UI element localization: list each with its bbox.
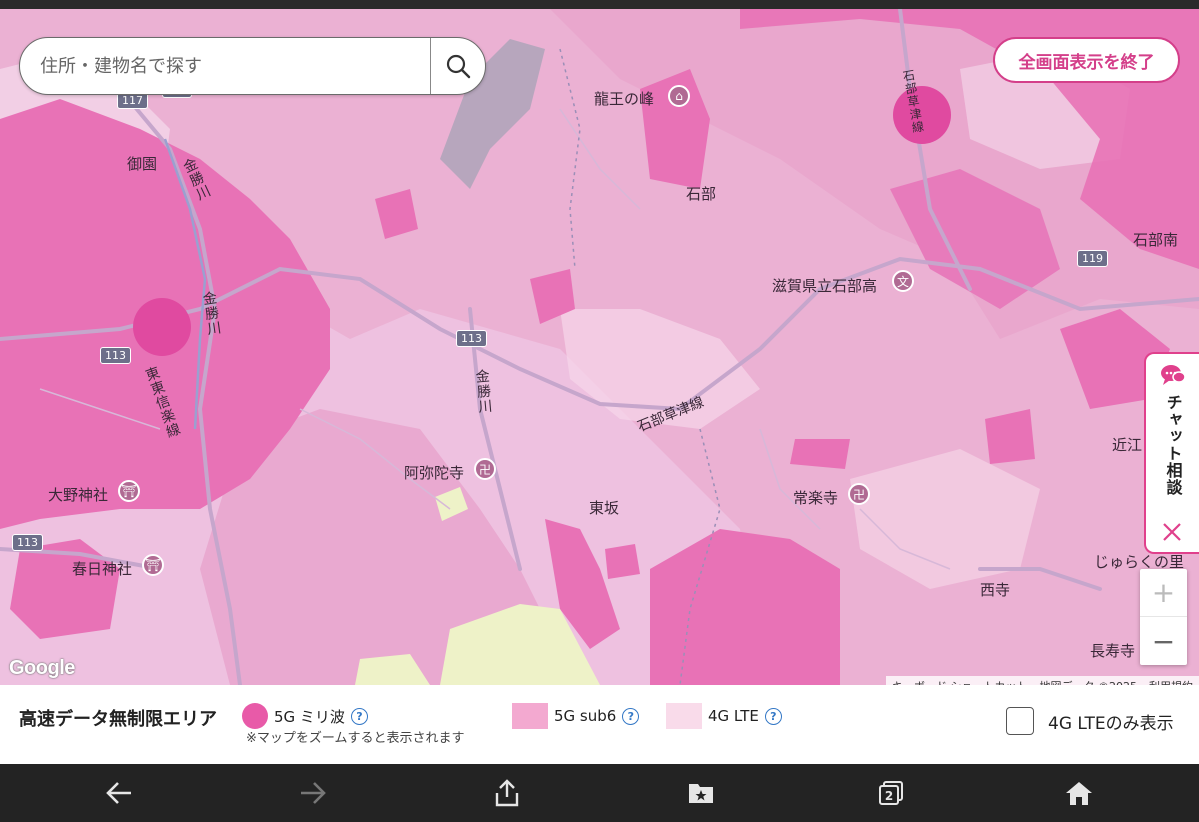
place-label: 石部南 [1133, 231, 1179, 249]
search-bar [19, 37, 486, 95]
map-data-credit: 地図データ ©2025 [1034, 676, 1144, 685]
arrow-right-icon [301, 782, 326, 804]
route-shield: 113 [12, 534, 43, 551]
shrine-icon: ⛩ [118, 480, 140, 502]
search-button[interactable] [430, 38, 485, 94]
zoom-in-button[interactable]: + [1140, 569, 1187, 617]
shrine-icon: ⛩ [142, 554, 164, 576]
place-label: 滋賀県立石部高 [772, 277, 878, 295]
svg-text:2: 2 [885, 789, 893, 803]
route-shield: 113 [100, 347, 131, 364]
chat-consult-tab[interactable]: チャット相談 [1144, 352, 1199, 554]
lte-only-toggle[interactable]: 4G LTEのみ表示 [1006, 707, 1174, 735]
route-shield: 113 [456, 330, 487, 347]
terms-link[interactable]: 利用規約 [1143, 676, 1199, 685]
legend-title: 高速データ無制限エリア [19, 709, 217, 730]
map-canvas[interactable] [0, 9, 1199, 685]
place-label: 阿弥陀寺 [404, 464, 465, 482]
temple-icon: 卍 [474, 458, 496, 480]
place-label: 東坂 [589, 499, 620, 517]
zoom-out-button[interactable]: − [1140, 617, 1187, 665]
forward-button[interactable] [296, 776, 330, 810]
mmwave-swatch [242, 703, 268, 729]
zoom-control: + − [1140, 569, 1187, 665]
place-label: 西寺 [980, 581, 1011, 599]
close-icon[interactable] [1160, 520, 1184, 544]
legend-label: 5G ミリ波 [274, 707, 345, 726]
legend-item-4g-lte: 4G LTE ? [666, 703, 782, 729]
home-button[interactable] [1062, 776, 1096, 810]
chat-bubble-icon [1160, 365, 1186, 385]
lte-only-label: 4G LTEのみ表示 [1048, 713, 1174, 734]
keyboard-shortcuts-link[interactable]: キーボード ショートカット [886, 676, 1034, 685]
place-label: 長寿寺 [1090, 642, 1136, 660]
home-icon [1066, 782, 1092, 805]
legend-item-5g-mmwave: 5G ミリ波 ? [242, 703, 368, 729]
place-label: 龍王の峰 [594, 90, 655, 108]
place-label: 常楽寺 [793, 489, 839, 507]
exit-fullscreen-button[interactable]: 全画面表示を終了 [993, 37, 1180, 83]
route-shield: 119 [1077, 250, 1108, 267]
road-label: 金勝川 [473, 368, 493, 415]
google-logo: Google [9, 657, 75, 679]
bookmarks-button[interactable] [684, 776, 718, 810]
help-icon[interactable]: ? [350, 707, 368, 725]
bookmark-folder-icon [689, 784, 713, 803]
sub6-swatch [512, 703, 548, 729]
tabs-button[interactable]: 2 [874, 776, 908, 810]
landmark-icon: ⌂ [668, 85, 690, 107]
back-button[interactable] [102, 776, 136, 810]
browser-toolbar: 2 [0, 764, 1199, 822]
search-input[interactable] [20, 38, 430, 94]
place-label: 大野神社 [48, 486, 109, 504]
school-icon: 文 [892, 270, 914, 292]
legend-label: 5G sub6 [554, 707, 617, 725]
legend-label: 4G LTE [708, 707, 759, 725]
status-bar [0, 0, 1199, 9]
coverage-legend: 高速データ無制限エリア 5G ミリ波 ? 5G sub6 ? 4G LTE ? … [0, 685, 1199, 764]
place-label: 春日神社 [72, 560, 133, 578]
share-button[interactable] [490, 776, 524, 810]
share-icon [495, 779, 519, 807]
search-icon [446, 54, 471, 79]
arrow-left-icon [106, 782, 131, 804]
lte-only-checkbox[interactable] [1006, 707, 1034, 735]
help-icon[interactable]: ? [622, 707, 640, 725]
legend-item-5g-sub6: 5G sub6 ? [512, 703, 640, 729]
tabs-icon: 2 [879, 781, 903, 805]
help-icon[interactable]: ? [764, 707, 782, 725]
chat-label: チャット相談 [1163, 394, 1183, 496]
place-label: 石部 [686, 185, 717, 203]
coverage-map[interactable]: 117 12 113 113 113 119 龍王の峰 ⌂ 石部 石部南 滋賀県… [0, 9, 1199, 685]
lte-swatch [666, 703, 702, 729]
place-label: 御園 [127, 155, 158, 173]
temple-icon: 卍 [848, 483, 870, 505]
map-attribution: キーボード ショートカット 地図データ ©2025 利用規約 [886, 676, 1199, 685]
place-label: 近江 [1112, 436, 1143, 454]
legend-note: ※マップをズームすると表示されます [246, 731, 465, 746]
